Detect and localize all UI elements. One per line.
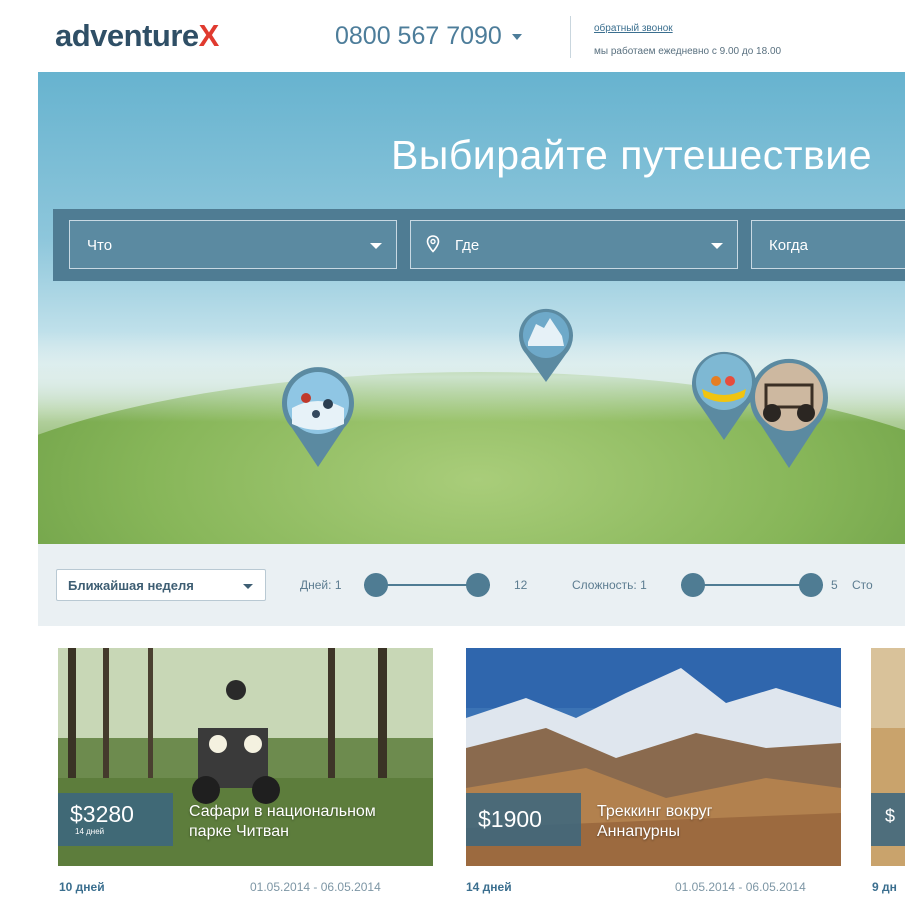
tour-card-annapurna[interactable]: $1900 Треккинг вокруг Аннапурны — [466, 648, 841, 866]
price-badge: $1900 — [466, 793, 581, 846]
where-select[interactable]: Где — [410, 220, 738, 269]
map-pin-buggy[interactable] — [746, 355, 832, 470]
phone-number: 0800 567 7090 — [335, 22, 502, 50]
difficulty-min-value: 1 — [640, 578, 647, 592]
price: $3280 — [70, 801, 134, 827]
when-select-label: Когда — [769, 237, 808, 254]
header-divider — [570, 16, 571, 58]
days-min-handle[interactable] — [364, 573, 388, 597]
difficulty-label: Сложность: — [572, 578, 637, 592]
tour-duration: 9 дн — [872, 880, 897, 894]
cost-filter-label: Сто — [852, 578, 873, 592]
iceberg-pin-icon — [519, 308, 573, 382]
tour-title-line: Сафари в национальном — [189, 803, 376, 820]
tour-dates: 01.05.2014 - 06.05.2014 — [250, 880, 381, 894]
site-header: adventureX 0800 567 7090 обратный звонок… — [38, 0, 905, 72]
chevron-down-icon — [511, 34, 522, 41]
map-pin-iceberg[interactable] — [516, 306, 576, 384]
difficulty-range-slider[interactable] — [681, 573, 823, 597]
period-select-label: Ближайшая неделя — [68, 578, 194, 593]
days-max-value: 12 — [514, 578, 528, 592]
tour-title-line: парке Читван — [189, 823, 289, 840]
working-hours: мы работаем ежедневно с 9.00 до 18.00 — [594, 46, 782, 57]
tour-card-partial[interactable]: $ — [871, 648, 905, 866]
when-select[interactable]: Когда — [751, 220, 905, 269]
price-badge: $3280 14 дней — [58, 793, 173, 846]
what-select-label: Что — [87, 237, 113, 254]
hero-section: Выбирайте путешествие Что Где Когда — [38, 72, 905, 544]
where-select-label: Где — [455, 237, 480, 254]
days-range-slider[interactable] — [364, 573, 490, 597]
logo-accent: X — [198, 18, 220, 53]
tour-title: Сафари в национальном парке Читван — [189, 802, 376, 842]
days-filter-label: Дней: 1 — [300, 578, 342, 592]
filters-bar: Ближайшая неделя Дней: 1 12 Сложность: 1… — [38, 544, 905, 626]
chevron-down-icon — [370, 243, 382, 249]
tour-title: Треккинг вокруг Аннапурны — [597, 802, 713, 842]
tour-title-line: Треккинг вокруг — [597, 803, 713, 820]
difficulty-max-value: 5 — [831, 578, 838, 592]
difficulty-min-handle[interactable] — [681, 573, 705, 597]
price: $1900 — [478, 806, 542, 832]
what-select[interactable]: Что — [69, 220, 397, 269]
days-min-value: 1 — [334, 578, 342, 592]
price-badge: $ — [871, 793, 905, 846]
price: $ — [885, 806, 896, 826]
tour-dates: 01.05.2014 - 06.05.2014 — [675, 880, 806, 894]
price-duration: 14 дней — [75, 827, 105, 836]
chevron-down-icon — [711, 243, 723, 249]
skydiving-pin-icon — [282, 367, 354, 467]
location-pin-icon — [426, 235, 440, 253]
logo-text: adventure — [55, 18, 199, 53]
buggy-pin-icon — [750, 358, 828, 468]
days-max-handle[interactable] — [466, 573, 490, 597]
tour-duration: 10 дней — [59, 880, 105, 894]
logo[interactable]: adventureX — [55, 18, 219, 54]
tour-duration: 14 дней — [466, 880, 512, 894]
hero-title: Выбирайте путешествие — [391, 132, 872, 178]
search-bar: Что Где Когда — [53, 209, 905, 281]
days-label: Дней: — [300, 578, 332, 592]
tour-title-line: Аннапурны — [597, 823, 680, 840]
tour-card-safari[interactable]: $3280 14 дней Сафари в национальном парк… — [58, 648, 433, 866]
chevron-down-icon — [243, 584, 253, 589]
callback-link[interactable]: обратный звонок — [594, 23, 673, 34]
difficulty-max-handle[interactable] — [799, 573, 823, 597]
phone-number-dropdown[interactable]: 0800 567 7090 — [335, 22, 522, 51]
difficulty-filter-label: Сложность: 1 — [572, 578, 647, 592]
map-pin-skydiving[interactable] — [278, 364, 358, 469]
period-select[interactable]: Ближайшая неделя — [56, 569, 266, 601]
